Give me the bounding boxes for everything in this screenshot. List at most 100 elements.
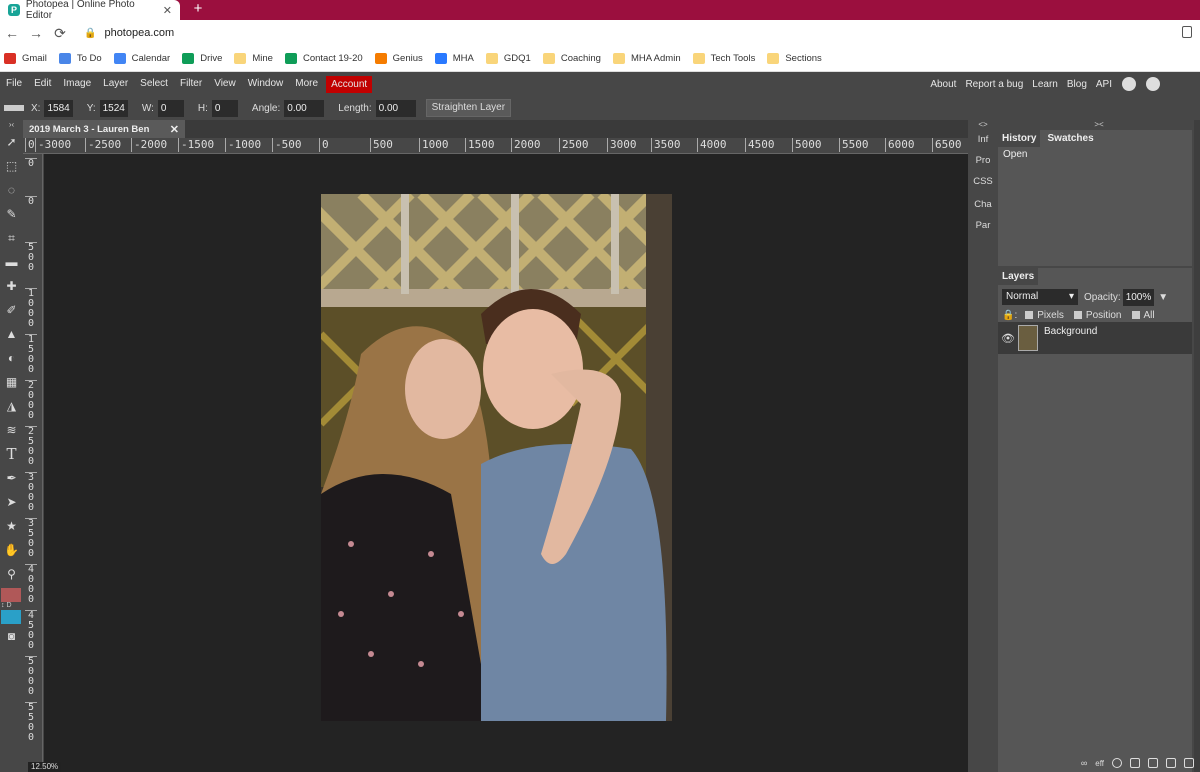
- learn-link[interactable]: Learn: [1032, 79, 1058, 90]
- new-tab-button[interactable]: +: [190, 0, 206, 20]
- menu-window[interactable]: Window: [242, 72, 290, 96]
- menu-more[interactable]: More: [289, 72, 324, 96]
- dodge-tool-icon[interactable]: ≋: [0, 418, 23, 442]
- paragraph-panel-button[interactable]: Par: [968, 216, 998, 237]
- zoom-level[interactable]: 12.50%: [28, 762, 62, 772]
- text-tool-icon[interactable]: T: [0, 442, 23, 466]
- url-field[interactable]: photopea.com: [104, 27, 174, 39]
- straighten-layer-button[interactable]: Straighten Layer: [425, 99, 512, 117]
- path-select-icon[interactable]: ➤: [0, 490, 23, 514]
- move-tool-icon[interactable]: ➚: [0, 130, 23, 154]
- bookmark-0[interactable]: Gmail: [4, 53, 47, 64]
- gradient-tool-icon[interactable]: ▦: [0, 370, 23, 394]
- marquee-tool-icon[interactable]: ⬚: [0, 154, 23, 178]
- close-icon[interactable]: ✕: [163, 4, 172, 17]
- stamp-tool-icon[interactable]: ▲: [0, 322, 23, 346]
- api-link[interactable]: API: [1096, 79, 1112, 90]
- bookmark-3[interactable]: Drive: [182, 53, 222, 64]
- account-button[interactable]: Account: [326, 75, 373, 93]
- bookmark-7[interactable]: MHA: [434, 53, 474, 64]
- character-panel-button[interactable]: Cha: [968, 195, 998, 216]
- bookmark-2[interactable]: Calendar: [113, 53, 170, 64]
- color-reset-icon[interactable]: ↕ D: [0, 602, 23, 610]
- blend-mode-select[interactable]: Normal: [1002, 289, 1078, 305]
- crop-tool-icon[interactable]: ⌗: [0, 226, 23, 250]
- back-icon[interactable]: ←: [0, 25, 24, 41]
- tab-search-icon[interactable]: [1182, 26, 1192, 38]
- quick-select-icon[interactable]: ✎: [0, 202, 23, 226]
- document-image[interactable]: [321, 194, 672, 721]
- opacity-dropdown-icon[interactable]: ▼: [1158, 292, 1168, 303]
- mask-icon[interactable]: [1130, 758, 1140, 768]
- bookmark-6[interactable]: Genius: [374, 53, 423, 64]
- tab-swatches[interactable]: Swatches: [1044, 130, 1098, 147]
- y-field[interactable]: 1524: [99, 99, 128, 117]
- menu-select[interactable]: Select: [134, 72, 174, 96]
- menu-edit[interactable]: Edit: [28, 72, 57, 96]
- lasso-tool-icon[interactable]: ◌: [0, 178, 23, 202]
- twitter-icon[interactable]: [1122, 77, 1136, 91]
- length-field[interactable]: 0.00: [375, 99, 416, 117]
- bookmark-8[interactable]: GDQ1: [485, 53, 531, 64]
- eraser-tool-icon[interactable]: ◐: [0, 346, 23, 370]
- blog-link[interactable]: Blog: [1067, 79, 1087, 90]
- shape-tool-icon[interactable]: ★: [0, 514, 23, 538]
- healing-tool-icon[interactable]: ✚: [0, 274, 23, 298]
- menu-layer[interactable]: Layer: [97, 72, 134, 96]
- bookmark-12[interactable]: Sections: [767, 53, 822, 64]
- h-field[interactable]: 0: [211, 99, 238, 117]
- bookmark-4[interactable]: Mine: [234, 53, 273, 64]
- browser-tab[interactable]: P Photopea | Online Photo Editor ✕: [0, 0, 180, 21]
- menu-file[interactable]: File: [0, 72, 28, 96]
- foreground-color-swatch[interactable]: [1, 588, 21, 602]
- document-tab[interactable]: 2019 March 3 - Lauren Ben ✕: [23, 120, 185, 138]
- eye-icon[interactable]: 👁: [998, 332, 1018, 345]
- bookmark-11[interactable]: Tech Tools: [692, 53, 755, 64]
- hand-tool-icon[interactable]: ✋: [0, 538, 23, 562]
- history-entry[interactable]: Open: [998, 146, 1192, 163]
- quick-mask-icon[interactable]: ◙: [0, 624, 23, 648]
- adjustment-layer-icon[interactable]: [1112, 758, 1122, 768]
- menu-view[interactable]: View: [208, 72, 242, 96]
- toolbar-collapse[interactable]: ›‹: [0, 120, 23, 130]
- layer-row[interactable]: 👁 Background: [998, 322, 1192, 354]
- background-color-swatch[interactable]: [1, 610, 21, 624]
- lock-all-checkbox[interactable]: [1131, 311, 1140, 319]
- forward-icon[interactable]: →: [24, 25, 48, 41]
- bookmark-9[interactable]: Coaching: [542, 53, 601, 64]
- lock-icon[interactable]: 🔒: [84, 28, 96, 39]
- blur-tool-icon[interactable]: ◮: [0, 394, 23, 418]
- bookmark-1[interactable]: To Do: [58, 53, 102, 64]
- brush-tool-icon[interactable]: ✐: [0, 298, 23, 322]
- menu-filter[interactable]: Filter: [174, 72, 208, 96]
- link-layers-icon[interactable]: ∞: [1081, 758, 1087, 768]
- tab-history[interactable]: History: [998, 130, 1041, 147]
- w-field[interactable]: 0: [157, 99, 184, 117]
- opacity-field[interactable]: 100%: [1122, 288, 1155, 306]
- panel-scrollbar[interactable]: [1194, 120, 1200, 772]
- mini-panel-collapse[interactable]: <>: [968, 120, 998, 130]
- folder-icon[interactable]: [1148, 758, 1158, 768]
- layer-effects-button[interactable]: eff: [1095, 759, 1104, 768]
- angle-field[interactable]: 0.00: [284, 99, 325, 117]
- lock-position-checkbox[interactable]: [1073, 311, 1082, 319]
- trash-icon[interactable]: [1184, 758, 1194, 768]
- pen-tool-icon[interactable]: ✒: [0, 466, 23, 490]
- bookmark-10[interactable]: MHA Admin: [612, 53, 681, 64]
- close-icon[interactable]: ✕: [170, 123, 185, 136]
- x-field[interactable]: 1584: [44, 99, 73, 117]
- report-bug-link[interactable]: Report a bug: [965, 79, 1023, 90]
- facebook-icon[interactable]: [1146, 77, 1160, 91]
- bookmark-5[interactable]: Contact 19-20: [284, 53, 363, 64]
- menu-image[interactable]: Image: [57, 72, 97, 96]
- reload-icon[interactable]: ⟳: [48, 25, 72, 42]
- css-panel-button[interactable]: CSS: [968, 172, 998, 193]
- info-panel-button[interactable]: Inf: [968, 130, 998, 151]
- right-panel-collapse[interactable]: ><: [998, 120, 1200, 130]
- lock-pixels-checkbox[interactable]: [1025, 311, 1034, 319]
- zoom-tool-icon[interactable]: ⚲: [0, 562, 23, 586]
- properties-panel-button[interactable]: Pro: [968, 151, 998, 172]
- new-layer-icon[interactable]: [1166, 758, 1176, 768]
- about-link[interactable]: About: [930, 79, 956, 90]
- ruler-icon[interactable]: ▬: [0, 250, 23, 274]
